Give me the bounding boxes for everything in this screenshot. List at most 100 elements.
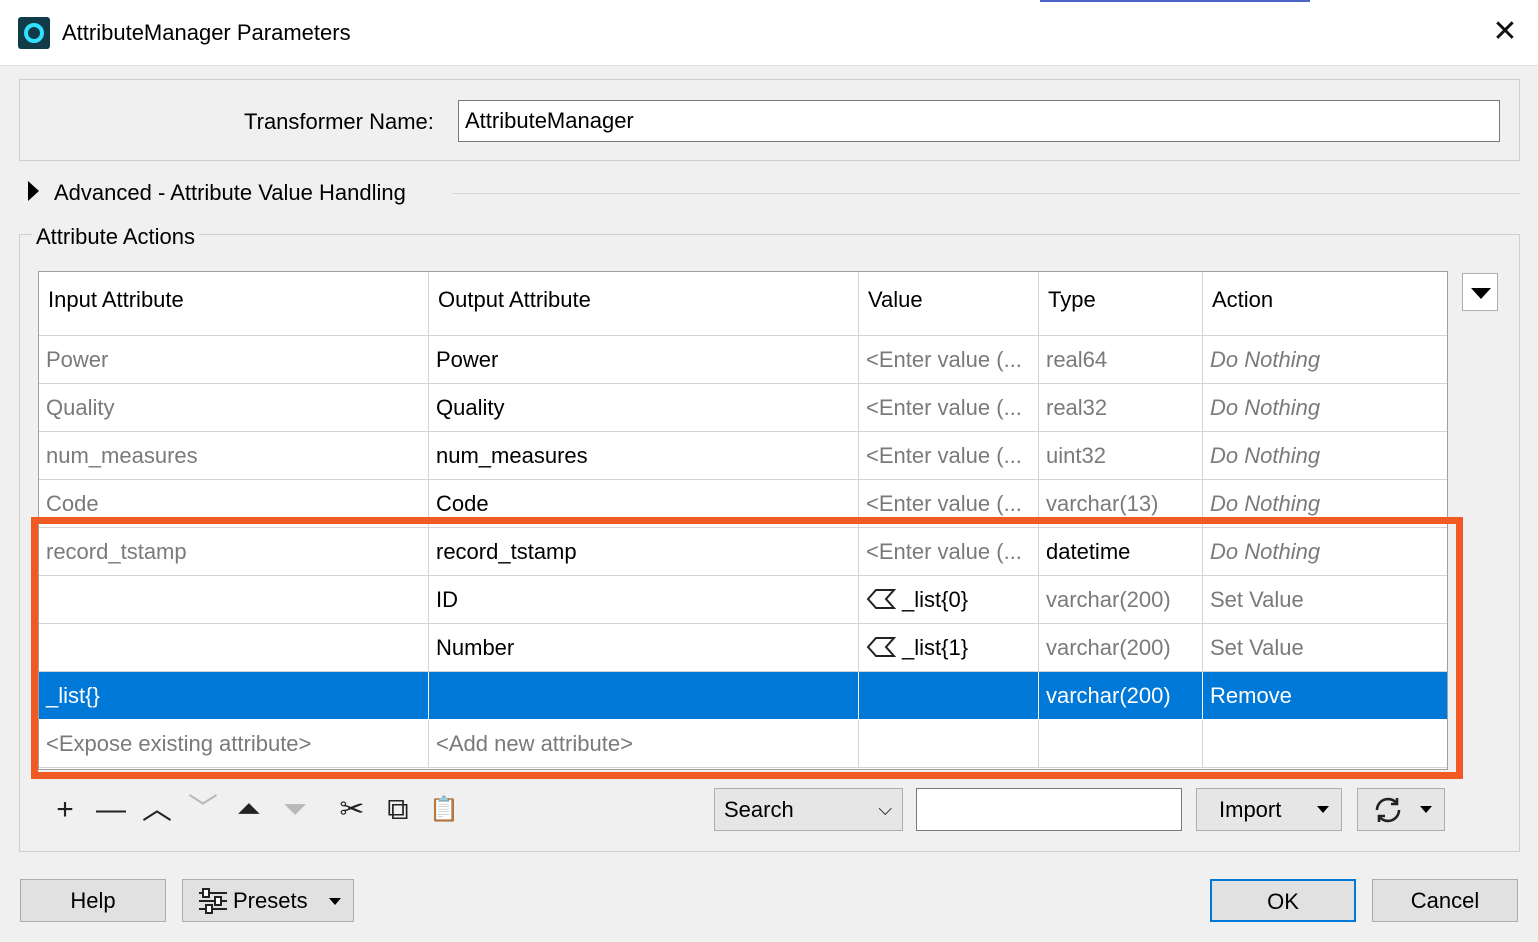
- search-input[interactable]: [916, 788, 1182, 831]
- cell-input[interactable]: _list{}: [39, 672, 429, 720]
- cell-text: _list{0}: [902, 587, 969, 612]
- cell-output[interactable]: Code: [429, 480, 859, 528]
- cell-type[interactable]: real64: [1039, 336, 1203, 384]
- move-up-icon[interactable]: ︿: [137, 790, 177, 830]
- ok-button[interactable]: OK: [1210, 879, 1356, 922]
- cell-type[interactable]: [1039, 720, 1203, 768]
- cell-action[interactable]: Do Nothing: [1203, 432, 1447, 480]
- import-button[interactable]: Import: [1196, 788, 1342, 831]
- cell-text: Set Value: [1210, 587, 1304, 612]
- presets-label: Presets: [233, 888, 308, 913]
- move-down-icon[interactable]: ﹀: [183, 790, 223, 830]
- cell-input[interactable]: record_tstamp: [39, 528, 429, 576]
- dropdown-arrow-icon: [1317, 806, 1329, 813]
- cell-output[interactable]: [429, 672, 859, 720]
- cell-type[interactable]: uint32: [1039, 432, 1203, 480]
- cell-input[interactable]: [39, 576, 429, 624]
- attribute-link-icon: [866, 637, 896, 657]
- column-header-input[interactable]: Input Attribute: [39, 272, 429, 336]
- cell-value[interactable]: <Enter value (...: [859, 480, 1039, 528]
- cell-input[interactable]: num_measures: [39, 432, 429, 480]
- cell-text: ID: [436, 587, 458, 612]
- cell-type[interactable]: varchar(200): [1039, 624, 1203, 672]
- cell-text: Do Nothing: [1210, 539, 1321, 564]
- cell-input[interactable]: <Expose existing attribute>: [39, 720, 429, 768]
- cell-text: varchar(200): [1046, 683, 1171, 708]
- cell-text: datetime: [1046, 539, 1131, 564]
- cell-value[interactable]: <Enter value (...: [859, 528, 1039, 576]
- column-header-action[interactable]: Action: [1203, 272, 1447, 336]
- cell-action[interactable]: Do Nothing: [1203, 336, 1447, 384]
- cell-input[interactable]: Code: [39, 480, 429, 528]
- cell-value[interactable]: _list{0}: [859, 576, 1039, 624]
- cell-output[interactable]: ID: [429, 576, 859, 624]
- cell-value[interactable]: <Enter value (...: [859, 384, 1039, 432]
- dropdown-arrow-icon: [329, 898, 341, 905]
- cell-value[interactable]: [859, 720, 1039, 768]
- move-to-top-icon[interactable]: ⏶: [229, 790, 269, 830]
- expand-arrow-icon[interactable]: [28, 181, 39, 201]
- cell-value[interactable]: [859, 672, 1039, 720]
- cell-output[interactable]: Number: [429, 624, 859, 672]
- cell-text: real32: [1046, 395, 1108, 420]
- chevron-down-icon: ⌵: [878, 799, 892, 819]
- cell-text: Do Nothing: [1210, 491, 1321, 516]
- column-header-value[interactable]: Value: [859, 272, 1039, 336]
- cell-type[interactable]: real32: [1039, 384, 1203, 432]
- cell-text: Remove: [1210, 683, 1292, 708]
- cell-type[interactable]: datetime: [1039, 528, 1203, 576]
- cell-value[interactable]: <Enter value (...: [859, 432, 1039, 480]
- cell-text: Power: [46, 347, 109, 372]
- cell-value[interactable]: _list{1}: [859, 624, 1039, 672]
- attribute-link-icon: [866, 589, 896, 609]
- cell-action[interactable]: [1203, 720, 1447, 768]
- cell-action[interactable]: Set Value: [1203, 576, 1447, 624]
- cell-input[interactable]: [39, 624, 429, 672]
- cell-action[interactable]: Do Nothing: [1203, 384, 1447, 432]
- search-mode-select[interactable]: Search ⌵: [714, 788, 903, 831]
- cell-output[interactable]: record_tstamp: [429, 528, 859, 576]
- import-label: Import: [1219, 797, 1282, 822]
- cell-value[interactable]: <Enter value (...: [859, 336, 1039, 384]
- cell-output[interactable]: Quality: [429, 384, 859, 432]
- dropdown-arrow-icon: [1420, 806, 1432, 813]
- cancel-button[interactable]: Cancel: [1372, 879, 1518, 922]
- close-icon[interactable]: ✕: [1482, 12, 1528, 52]
- move-to-bottom-icon[interactable]: ⏷: [275, 790, 315, 830]
- presets-button[interactable]: Presets: [182, 879, 354, 922]
- cell-text: Do Nothing: [1210, 443, 1321, 468]
- cell-output[interactable]: <Add new attribute>: [429, 720, 859, 768]
- cell-action[interactable]: Do Nothing: [1203, 528, 1447, 576]
- copy-icon[interactable]: ⧉: [378, 790, 418, 830]
- cell-type[interactable]: varchar(200): [1039, 672, 1203, 720]
- cell-action[interactable]: Remove: [1203, 672, 1447, 720]
- cell-action[interactable]: Set Value: [1203, 624, 1447, 672]
- cell-type[interactable]: varchar(200): [1039, 576, 1203, 624]
- cell-type[interactable]: varchar(13): [1039, 480, 1203, 528]
- cell-action[interactable]: Do Nothing: [1203, 480, 1447, 528]
- cell-text: Code: [46, 491, 99, 516]
- remove-row-icon[interactable]: —: [91, 790, 131, 830]
- cell-text: <Enter value (...: [866, 395, 1022, 420]
- add-row-icon[interactable]: +: [45, 790, 85, 830]
- cell-text: num_measures: [46, 443, 198, 468]
- cell-output[interactable]: Power: [429, 336, 859, 384]
- column-header-output[interactable]: Output Attribute: [429, 272, 859, 336]
- cut-icon[interactable]: ✂: [332, 790, 372, 830]
- cell-output[interactable]: num_measures: [429, 432, 859, 480]
- paste-icon[interactable]: 📋: [424, 790, 464, 830]
- transformer-name-input[interactable]: [458, 100, 1500, 142]
- column-menu-button[interactable]: [1462, 273, 1498, 311]
- column-header-type[interactable]: Type: [1039, 272, 1203, 336]
- cell-text: Code: [436, 491, 489, 516]
- cell-input[interactable]: Quality: [39, 384, 429, 432]
- cell-text: <Expose existing attribute>: [46, 731, 312, 756]
- cell-text: varchar(200): [1046, 587, 1171, 612]
- dropdown-arrow-icon: [1471, 288, 1491, 299]
- search-mode-label: Search: [724, 797, 794, 822]
- sync-attributes-button[interactable]: [1357, 788, 1445, 831]
- advanced-section-toggle[interactable]: Advanced - Attribute Value Handling: [54, 178, 406, 208]
- help-button[interactable]: Help: [20, 879, 166, 922]
- cell-input[interactable]: Power: [39, 336, 429, 384]
- cell-text: record_tstamp: [436, 539, 577, 564]
